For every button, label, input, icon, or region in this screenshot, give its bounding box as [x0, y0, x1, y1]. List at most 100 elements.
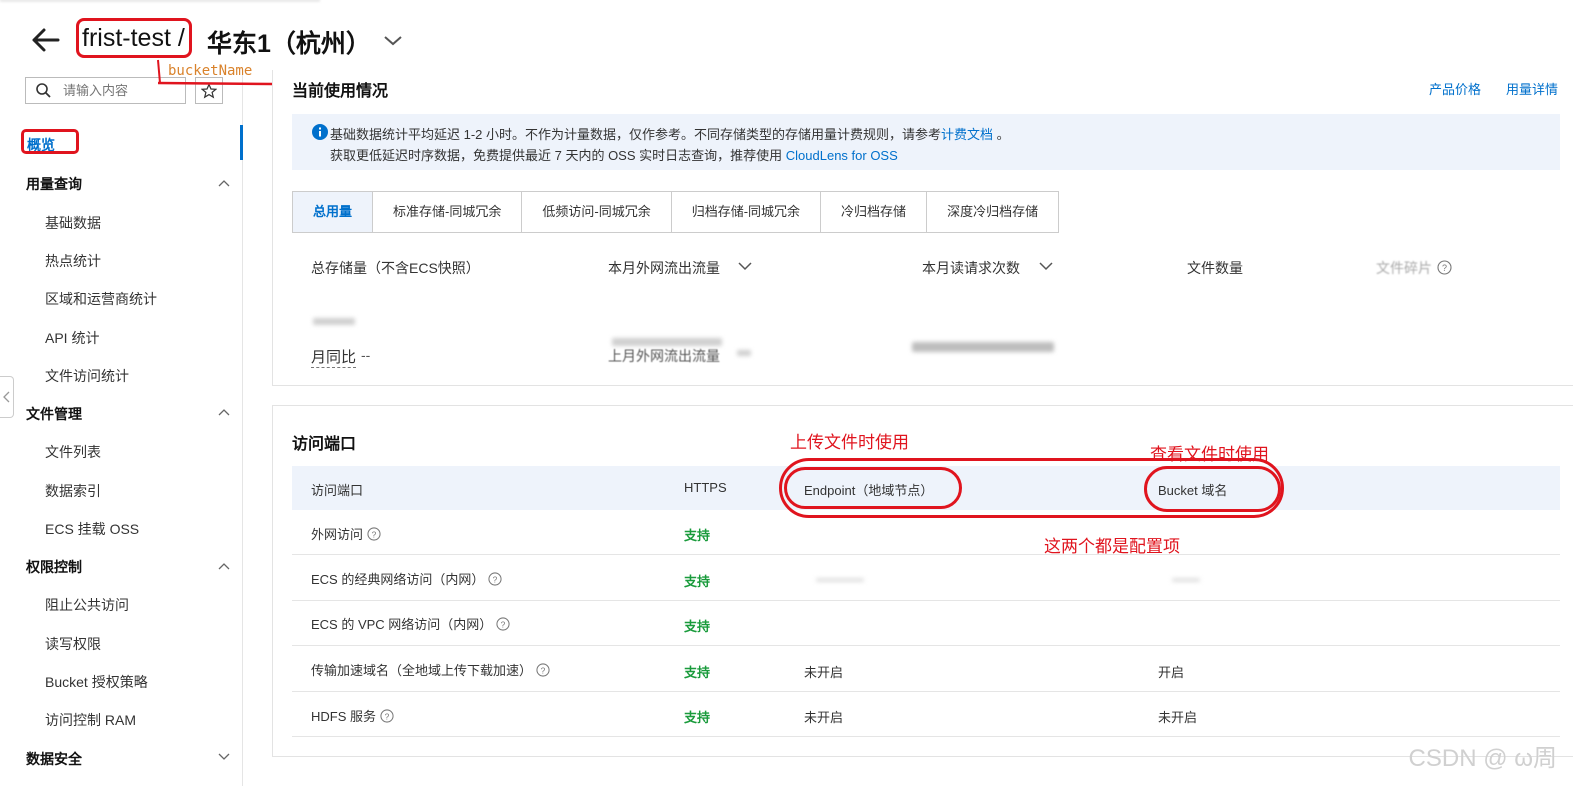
back-arrow-icon[interactable]	[28, 24, 62, 56]
chevron-up-icon[interactable]	[218, 179, 230, 187]
annotation-ellipse-endpoint	[784, 467, 962, 509]
svg-text:?: ?	[493, 574, 498, 584]
tab-ia[interactable]: 低频访问-同城冗余	[522, 192, 672, 232]
tab-deep-cold-archive[interactable]: 深度冷归档存储	[927, 192, 1059, 232]
svg-text:?: ?	[372, 529, 377, 539]
sidebar-item-rw-permission[interactable]: 读写权限	[45, 634, 101, 654]
https-support: 支持	[684, 710, 711, 725]
help-icon[interactable]: ?	[488, 572, 502, 586]
chevron-up-icon[interactable]	[218, 408, 230, 416]
endpoint-redacted	[816, 578, 864, 582]
help-icon[interactable]: ?	[536, 663, 550, 677]
sidebar-item-hot-stats[interactable]: 热点统计	[45, 251, 101, 271]
wow-value: --	[361, 347, 371, 363]
reads-value-redacted	[912, 342, 1054, 352]
table-row: 传输加速域名（全地域上传下载加速）?	[311, 660, 550, 679]
wow-label: 月同比	[311, 346, 357, 368]
domain-redacted	[1172, 578, 1200, 582]
divider	[292, 691, 1560, 692]
annotation-box-bucket	[76, 18, 192, 58]
annotation-underline	[157, 59, 273, 86]
sidebar-item-basic-data[interactable]: 基础数据	[45, 213, 101, 233]
enable-acceleration-link[interactable]: 开启	[1158, 662, 1184, 681]
cloudlens-link[interactable]: CloudLens for OSS	[786, 148, 898, 163]
notice-line-2: 获取更低延迟时序数据，免费提供最近 7 天内的 OSS 实时日志查询，推荐使用 …	[330, 148, 898, 163]
chevron-left-icon	[2, 391, 9, 403]
watermark: CSDN @ ω周	[1408, 745, 1557, 772]
stat-fragments-label: 文件碎片	[1376, 260, 1432, 276]
chevron-down-icon[interactable]	[218, 753, 230, 761]
region-name: 华东1（杭州）	[207, 30, 371, 58]
sidebar-group-access-control[interactable]: 权限控制	[26, 557, 82, 577]
notice-banner: 基础数据统计平均延迟 1-2 小时。不作为计量数据，仅作参考。不同存储类型的存储…	[292, 114, 1560, 170]
info-icon	[312, 124, 328, 140]
sidebar-collapse-button[interactable]	[0, 376, 14, 418]
help-icon[interactable]: ?	[496, 617, 510, 631]
tab-total[interactable]: 总用量	[293, 192, 374, 232]
annotation-ellipse-domain	[1144, 466, 1281, 512]
table-row: 外网访问?	[311, 524, 381, 543]
annotation-upload: 上传文件时使用	[790, 433, 909, 452]
sidebar-item-ecs-mount[interactable]: ECS 挂载 OSS	[45, 519, 139, 539]
table-row: HDFS 服务?	[311, 706, 394, 725]
divider	[292, 554, 1560, 555]
https-support: 支持	[684, 619, 711, 634]
divider	[292, 645, 1560, 646]
billing-doc-link[interactable]: 计费文档	[941, 127, 993, 142]
table-row: ECS 的 VPC 网络访问（内网）?	[311, 614, 510, 633]
divider	[292, 600, 1560, 601]
access-title: 访问端口	[292, 436, 357, 453]
last-month-label: 上月外网流出流量	[608, 348, 720, 364]
annotation-box-overview	[21, 129, 79, 154]
svg-text:?: ?	[501, 619, 506, 629]
stat-storage-label: 总存储量（不含ECS快照）	[311, 260, 480, 276]
svg-text:?: ?	[385, 711, 390, 721]
sidebar-item-api-stats[interactable]: API 统计	[45, 328, 99, 348]
storage-value-redacted	[313, 318, 355, 325]
help-icon[interactable]: ?	[380, 709, 394, 723]
active-indicator	[240, 125, 243, 160]
chevron-down-icon[interactable]	[380, 28, 406, 52]
sidebar-item-file-access-stats[interactable]: 文件访问统计	[45, 366, 129, 386]
svg-text:?: ?	[541, 665, 546, 675]
tab-archive[interactable]: 归档存储-同城冗余	[671, 192, 822, 232]
storage-tabs: 总用量 标准存储-同城冗余 低频访问-同城冗余 归档存储-同城冗余 冷归档存储 …	[292, 191, 1060, 233]
col-port: 访问端口	[311, 483, 364, 498]
help-icon[interactable]: ?	[1437, 260, 1452, 275]
chevron-down-icon[interactable]	[738, 261, 752, 271]
endpoint-status: 未开启	[804, 710, 844, 725]
sidebar-item-file-list[interactable]: 文件列表	[45, 442, 101, 462]
svg-text:?: ?	[1442, 263, 1447, 273]
sidebar-item-block-public[interactable]: 阻止公共访问	[45, 595, 129, 615]
chevron-up-icon[interactable]	[218, 562, 230, 570]
usage-title: 当前使用情况	[292, 83, 389, 100]
divider	[292, 736, 1560, 737]
https-support: 支持	[684, 528, 711, 543]
endpoint-status: 未开启	[804, 665, 844, 680]
help-icon[interactable]: ?	[367, 527, 381, 541]
outbound-value-redacted	[612, 338, 722, 346]
annotation-config: 这两个都是配置项	[1044, 537, 1180, 556]
sidebar-group-data-security[interactable]: 数据安全	[26, 749, 82, 769]
usage-details-link[interactable]: 用量详情	[1506, 79, 1558, 98]
sidebar-group-usage[interactable]: 用量查询	[26, 174, 82, 194]
sidebar-item-ram[interactable]: 访问控制 RAM	[45, 710, 136, 730]
https-support: 支持	[684, 665, 711, 680]
tab-cold-archive[interactable]: 冷归档存储	[821, 192, 928, 232]
pricing-link[interactable]: 产品价格	[1429, 79, 1481, 98]
domain-status: 未开启	[1158, 710, 1198, 725]
last-month-value-redacted	[737, 350, 751, 356]
notice-line-1: 基础数据统计平均延迟 1-2 小时。不作为计量数据，仅作参考。不同存储类型的存储…	[330, 127, 1010, 142]
sidebar-item-data-index[interactable]: 数据索引	[45, 481, 101, 501]
https-support: 支持	[684, 574, 711, 589]
top-breadcrumb-strip	[0, 0, 1573, 6]
sidebar-group-file-mgmt[interactable]: 文件管理	[26, 404, 82, 424]
col-https: HTTPS	[684, 480, 727, 495]
sidebar-item-region-stats[interactable]: 区域和运营商统计	[45, 289, 157, 309]
chevron-down-icon[interactable]	[1039, 261, 1053, 271]
tab-standard[interactable]: 标准存储-同城冗余	[373, 192, 523, 232]
sidebar-item-bucket-policy[interactable]: Bucket 授权策略	[45, 672, 148, 692]
stat-files-label: 文件数量	[1187, 260, 1243, 276]
stat-outbound-label: 本月外网流出流量	[608, 260, 720, 276]
table-row: ECS 的经典网络访问（内网）?	[311, 569, 502, 588]
